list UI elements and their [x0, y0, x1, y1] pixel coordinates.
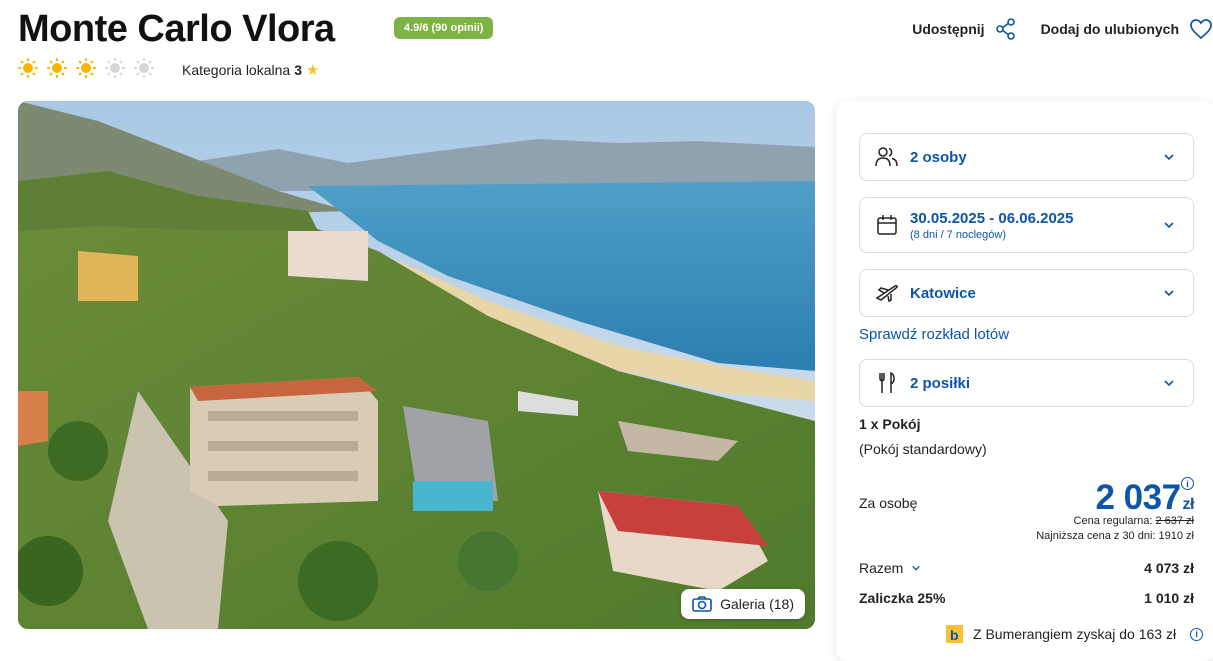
flight-schedule-link[interactable]: Sprawdź rozkład lotów [859, 326, 1009, 343]
rating-badge[interactable]: 4.9/6 (90 opinii) [394, 17, 494, 39]
meals-select[interactable]: 2 posiłki [859, 359, 1194, 407]
total-value: 4 073 zł [1144, 560, 1194, 576]
chevron-down-icon [1164, 380, 1174, 387]
departure-select[interactable]: Katowice [859, 269, 1194, 317]
plane-icon [874, 280, 900, 306]
chevron-down-icon [1164, 154, 1174, 161]
gallery-label: Galeria (18) [720, 596, 794, 612]
persons-select[interactable]: 2 osoby [859, 133, 1194, 181]
total-row: Razem 4 073 zł [859, 560, 1194, 576]
sun-icon [76, 58, 96, 78]
sun-icon [18, 58, 38, 78]
regular-price-label: Cena regularna: [1073, 515, 1153, 527]
chevron-down-icon [912, 565, 921, 571]
cutlery-icon [874, 370, 900, 396]
category-value: 3 [294, 62, 302, 78]
sun-icon [134, 58, 154, 78]
star-icon: ★ [305, 62, 320, 79]
price-per-person: 2 037 zł [1095, 478, 1194, 518]
persons-value: 2 osoby [910, 148, 967, 166]
sun-rating [18, 58, 154, 78]
deposit-row: Zaliczka 25% 1 010 zł [859, 590, 1194, 606]
meals-value: 2 posiłki [910, 374, 971, 392]
hotel-photo[interactable]: Galeria (18) [18, 101, 815, 629]
dates-select[interactable]: 30.05.2025 - 06.06.2025 (8 dni / 7 nocle… [859, 197, 1194, 253]
deposit-value: 1 010 zł [1144, 590, 1194, 606]
lowest-price-30-days: Najniższa cena z 30 dni: 1910 zł [1036, 530, 1194, 542]
hotel-title: Monte Carlo Vlora [18, 8, 335, 50]
share-icon [995, 18, 1015, 40]
svg-text:b: b [950, 627, 959, 643]
deposit-label: Zaliczka 25% [859, 590, 946, 606]
boomerang-text: Z Bumerangiem zyskaj do 163 zł [973, 626, 1177, 642]
booking-panel: 2 osoby 30.05.2025 - 06.06.2025 (8 dni /… [836, 101, 1213, 661]
room-type: (Pokój standardowy) [859, 441, 987, 457]
calendar-icon [874, 212, 900, 238]
info-icon[interactable]: i [1190, 627, 1204, 641]
sun-icon [105, 58, 125, 78]
per-person-label: Za osobę [859, 495, 918, 511]
price-value: 2 037 [1095, 478, 1181, 517]
regular-price: Cena regularna: 2 637 zł [1074, 515, 1194, 527]
top-actions: Udostępnij Dodaj do ulubionych [912, 18, 1213, 40]
favorite-label: Dodaj do ulubionych [1040, 21, 1179, 37]
share-label: Udostępnij [912, 21, 985, 37]
boomerang-promo: b Z Bumerangiem zyskaj do 163 zł i [943, 623, 1204, 645]
gallery-button[interactable]: Galeria (18) [681, 589, 805, 619]
users-icon [874, 144, 900, 170]
favorite-button[interactable]: Dodaj do ulubionych [1041, 18, 1213, 40]
regular-price-value: 2 637 zł [1155, 515, 1194, 527]
departure-value: Katowice [910, 284, 976, 302]
hotel-aerial-image [18, 101, 815, 629]
boomerang-logo-icon: b [946, 625, 963, 643]
dates-value: 30.05.2025 - 06.06.2025 [910, 209, 1074, 227]
price-currency: zł [1182, 496, 1195, 513]
room-count: 1 x Pokój [859, 416, 921, 432]
heart-icon [1190, 19, 1212, 40]
chevron-down-icon [1164, 222, 1174, 229]
dates-subtext: (8 dni / 7 noclegów) [910, 228, 1006, 241]
local-category: Kategoria lokalna 3 ★ [182, 61, 319, 79]
chevron-down-icon [1164, 290, 1174, 297]
sun-icon [47, 58, 67, 78]
share-button[interactable]: Udostępnij [912, 18, 1016, 40]
total-label: Razem [859, 560, 904, 576]
camera-icon [692, 596, 712, 612]
category-label: Kategoria lokalna [182, 62, 291, 78]
total-toggle[interactable]: Razem [859, 560, 921, 576]
